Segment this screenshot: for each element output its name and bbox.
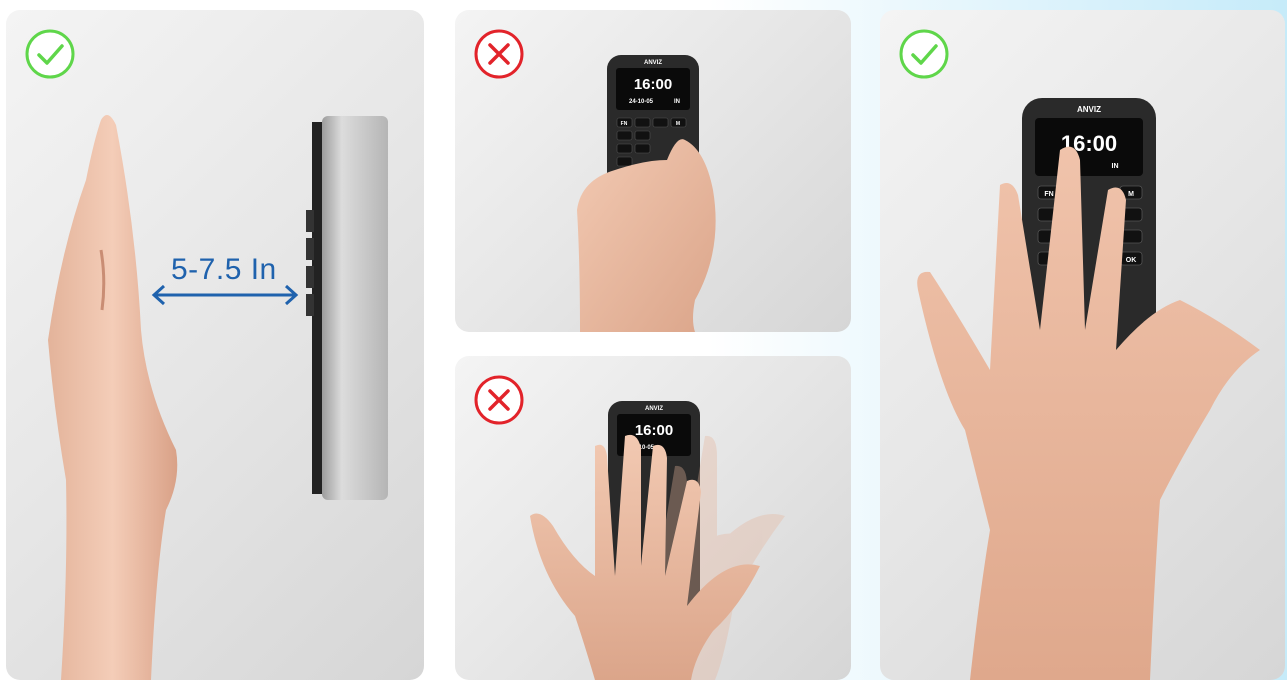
svg-text:FN: FN (621, 121, 628, 127)
svg-text:16:00: 16:00 (635, 422, 673, 439)
palm-illustration: ANVIZ 16:00 IN FN M OK (917, 98, 1260, 680)
svg-text:16:00: 16:00 (634, 76, 672, 93)
device-side-view (306, 116, 388, 500)
x-circle-icon (474, 375, 524, 425)
svg-text:24-10-05: 24-10-05 (629, 99, 654, 105)
svg-text:FN: FN (1044, 191, 1053, 198)
incorrect-motion-panel: ANVIZ 16:00 24-10-05 (455, 356, 851, 680)
svg-text:IN: IN (1112, 163, 1119, 170)
svg-text:ANVIZ: ANVIZ (644, 60, 662, 66)
check-circle-icon (25, 29, 75, 79)
hand-pressing (577, 139, 716, 332)
hand-side-view (48, 115, 178, 680)
correct-distance-panel: 5-7.5 In (6, 10, 424, 680)
x-circle-icon (474, 29, 524, 79)
side-view-illustration (48, 115, 388, 680)
svg-text:ANVIZ: ANVIZ (1077, 105, 1101, 114)
correct-palm-panel: ANVIZ 16:00 IN FN M OK (880, 10, 1285, 680)
svg-text:OK: OK (1126, 257, 1137, 264)
check-circle-icon (899, 29, 949, 79)
svg-text:ANVIZ: ANVIZ (645, 406, 663, 412)
svg-text:M: M (676, 121, 680, 127)
distance-arrow (151, 284, 299, 306)
svg-text:M: M (1128, 191, 1134, 198)
incorrect-touch-panel: ANVIZ 16:00 24-10-05 IN FN M (455, 10, 851, 332)
svg-text:IN: IN (674, 99, 680, 105)
distance-label: 5-7.5 In (171, 253, 277, 286)
